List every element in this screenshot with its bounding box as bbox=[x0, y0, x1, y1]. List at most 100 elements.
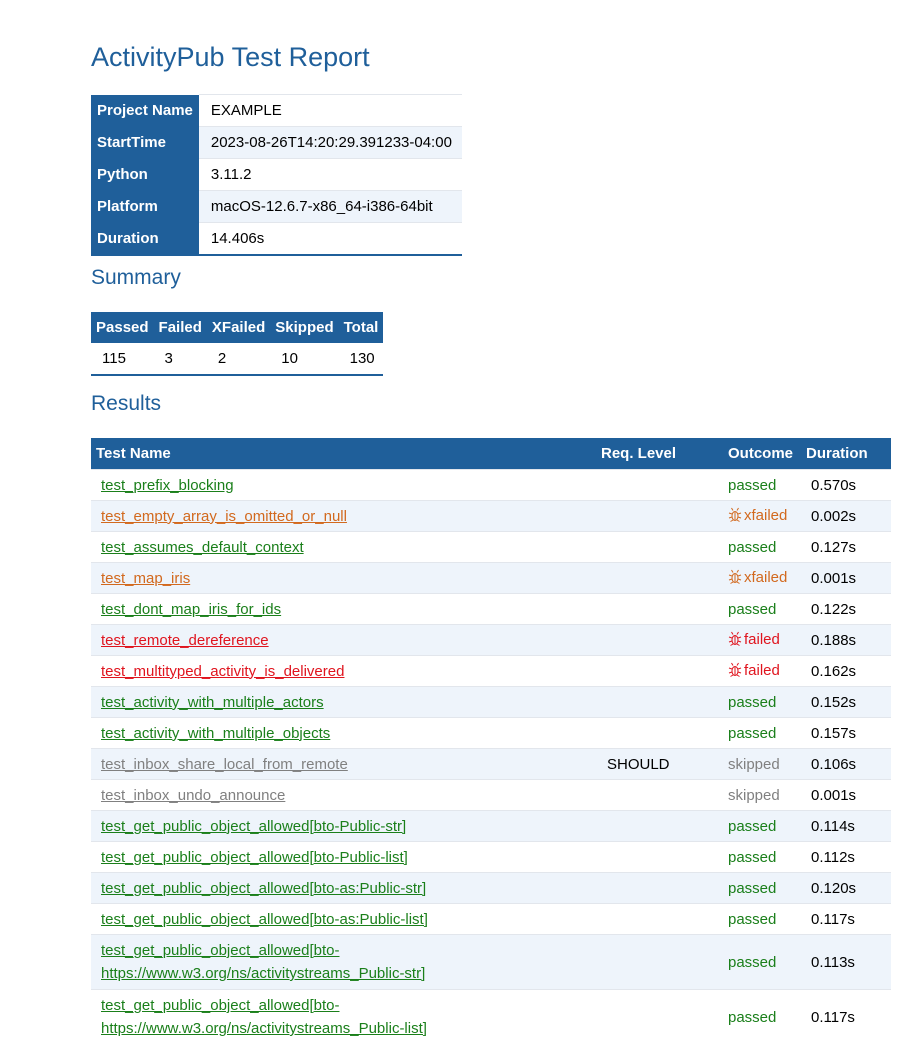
test-name-link[interactable]: test_get_public_object_allowed[bto-https… bbox=[101, 997, 427, 1037]
test-name-line: https://www.w3.org/ns/activitystreams_Pu… bbox=[101, 1020, 427, 1037]
duration-cell: 0.122s bbox=[801, 594, 891, 625]
summary-skipped-count: 10 bbox=[270, 343, 338, 375]
table-row: test_get_public_object_allowed[bto-Publi… bbox=[91, 842, 891, 873]
outcome-cell: passed bbox=[715, 470, 801, 501]
info-key: Duration bbox=[91, 223, 199, 256]
outcome-cell: passed bbox=[715, 718, 801, 749]
info-value: EXAMPLE bbox=[199, 95, 462, 127]
test-name-cell: test_activity_with_multiple_actors bbox=[91, 687, 586, 718]
test-name-line: https://www.w3.org/ns/activitystreams_Pu… bbox=[101, 965, 425, 982]
req-level-cell bbox=[586, 594, 715, 625]
duration-cell: 0.162s bbox=[801, 656, 891, 687]
info-row: Project Name EXAMPLE bbox=[91, 95, 462, 127]
info-row: Duration 14.406s bbox=[91, 223, 462, 256]
info-row: Platform macOS-12.6.7-x86_64-i386-64bit bbox=[91, 191, 462, 223]
duration-cell: 0.127s bbox=[801, 532, 891, 563]
req-level-cell bbox=[586, 780, 715, 811]
info-value: 3.11.2 bbox=[199, 159, 462, 191]
outcome-label: passed bbox=[728, 911, 776, 928]
outcome-label: passed bbox=[728, 694, 776, 711]
test-name-link[interactable]: test_get_public_object_allowed[bto-Publi… bbox=[101, 849, 408, 866]
test-name-cell: test_get_public_object_allowed[bto-https… bbox=[91, 935, 586, 990]
bug-icon bbox=[728, 662, 742, 681]
test-name-link[interactable]: test_remote_dereference bbox=[101, 632, 269, 649]
outcome-label: failed bbox=[744, 631, 780, 648]
test-name-link[interactable]: test_get_public_object_allowed[bto-Publi… bbox=[101, 818, 406, 835]
test-name-link[interactable]: test_get_public_object_allowed[bto-as:Pu… bbox=[101, 911, 428, 928]
req-level-cell bbox=[586, 687, 715, 718]
outcome-cell: passed bbox=[715, 811, 801, 842]
test-name-cell: test_get_public_object_allowed[bto-as:Pu… bbox=[91, 873, 586, 904]
test-name-cell: test_get_public_object_allowed[bto-https… bbox=[91, 990, 586, 1044]
test-name-link[interactable]: test_prefix_blocking bbox=[101, 477, 234, 494]
duration-cell: 0.106s bbox=[801, 749, 891, 780]
summary-header-failed: Failed bbox=[154, 312, 207, 343]
info-key: StartTime bbox=[91, 127, 199, 159]
duration-cell: 0.152s bbox=[801, 687, 891, 718]
table-row: test_inbox_undo_announceskipped0.001s bbox=[91, 780, 891, 811]
summary-header-xfailed: XFailed bbox=[207, 312, 270, 343]
test-name-link[interactable]: test_inbox_share_local_from_remote bbox=[101, 756, 348, 773]
column-header-test-name[interactable]: Test Name bbox=[91, 438, 586, 470]
test-name-cell: test_get_public_object_allowed[bto-Publi… bbox=[91, 811, 586, 842]
duration-cell: 0.120s bbox=[801, 873, 891, 904]
table-row: test_get_public_object_allowed[bto-as:Pu… bbox=[91, 873, 891, 904]
outcome-cell: passed bbox=[715, 532, 801, 563]
duration-cell: 0.117s bbox=[801, 990, 891, 1044]
info-key: Platform bbox=[91, 191, 199, 223]
test-name-cell: test_assumes_default_context bbox=[91, 532, 586, 563]
test-name-cell: test_multityped_activity_is_delivered bbox=[91, 656, 586, 687]
outcome-label: passed bbox=[728, 725, 776, 742]
summary-heading: Summary bbox=[91, 266, 181, 290]
test-name-cell: test_get_public_object_allowed[bto-as:Pu… bbox=[91, 904, 586, 935]
test-name-cell: test_remote_dereference bbox=[91, 625, 586, 656]
test-name-link[interactable]: test_multityped_activity_is_delivered bbox=[101, 663, 344, 680]
test-name-cell: test_map_iris bbox=[91, 563, 586, 594]
column-header-duration[interactable]: Duration bbox=[801, 438, 891, 470]
results-body: test_prefix_blockingpassed0.570stest_emp… bbox=[91, 470, 891, 1044]
outcome-label: passed bbox=[728, 849, 776, 866]
test-name-link[interactable]: test_activity_with_multiple_actors bbox=[101, 694, 324, 711]
test-name-cell: test_inbox_undo_announce bbox=[91, 780, 586, 811]
table-row: test_get_public_object_allowed[bto-Publi… bbox=[91, 811, 891, 842]
duration-cell: 0.113s bbox=[801, 935, 891, 990]
req-level-cell bbox=[586, 842, 715, 873]
summary-passed-count: 115 bbox=[91, 343, 154, 375]
test-name-link[interactable]: test_empty_array_is_omitted_or_null bbox=[101, 508, 347, 525]
test-name-cell: test_inbox_share_local_from_remote bbox=[91, 749, 586, 780]
test-name-link[interactable]: test_get_public_object_allowed[bto-as:Pu… bbox=[101, 880, 426, 897]
outcome-cell: failed bbox=[715, 656, 801, 687]
table-row: test_get_public_object_allowed[bto-https… bbox=[91, 935, 891, 990]
bug-icon bbox=[728, 507, 742, 526]
bug-icon bbox=[728, 631, 742, 650]
test-name-link[interactable]: test_dont_map_iris_for_ids bbox=[101, 601, 281, 618]
test-name-cell: test_dont_map_iris_for_ids bbox=[91, 594, 586, 625]
test-name-link[interactable]: test_get_public_object_allowed[bto-https… bbox=[101, 942, 425, 982]
test-name-link[interactable]: test_map_iris bbox=[101, 570, 190, 587]
column-header-outcome[interactable]: Outcome bbox=[715, 438, 801, 470]
table-row: test_map_irisxfailed0.001s bbox=[91, 563, 891, 594]
test-name-link[interactable]: test_inbox_undo_announce bbox=[101, 787, 285, 804]
outcome-cell: passed bbox=[715, 935, 801, 990]
outcome-cell: xfailed bbox=[715, 501, 801, 532]
environment-table: Project Name EXAMPLE StartTime 2023-08-2… bbox=[91, 94, 462, 256]
table-row: test_multityped_activity_is_delivered fai… bbox=[91, 656, 891, 687]
req-level-cell bbox=[586, 625, 715, 656]
table-row: test_get_public_object_allowed[bto-https… bbox=[91, 990, 891, 1044]
test-name-line: test_get_public_object_allowed[bto- bbox=[101, 997, 340, 1014]
table-row: test_get_public_object_allowed[bto-as:Pu… bbox=[91, 904, 891, 935]
outcome-cell: failed bbox=[715, 625, 801, 656]
column-header-req-level[interactable]: Req. Level bbox=[586, 438, 715, 470]
outcome-label: passed bbox=[728, 477, 776, 494]
req-level-cell bbox=[586, 935, 715, 990]
page-title: ActivityPub Test Report bbox=[91, 42, 370, 73]
duration-cell: 0.188s bbox=[801, 625, 891, 656]
req-level-cell bbox=[586, 904, 715, 935]
req-level-cell bbox=[586, 532, 715, 563]
info-value: macOS-12.6.7-x86_64-i386-64bit bbox=[199, 191, 462, 223]
outcome-label: passed bbox=[728, 601, 776, 618]
test-name-link[interactable]: test_assumes_default_context bbox=[101, 539, 304, 556]
test-name-link[interactable]: test_activity_with_multiple_objects bbox=[101, 725, 330, 742]
outcome-label: passed bbox=[728, 1009, 776, 1026]
outcome-label: xfailed bbox=[744, 507, 787, 524]
